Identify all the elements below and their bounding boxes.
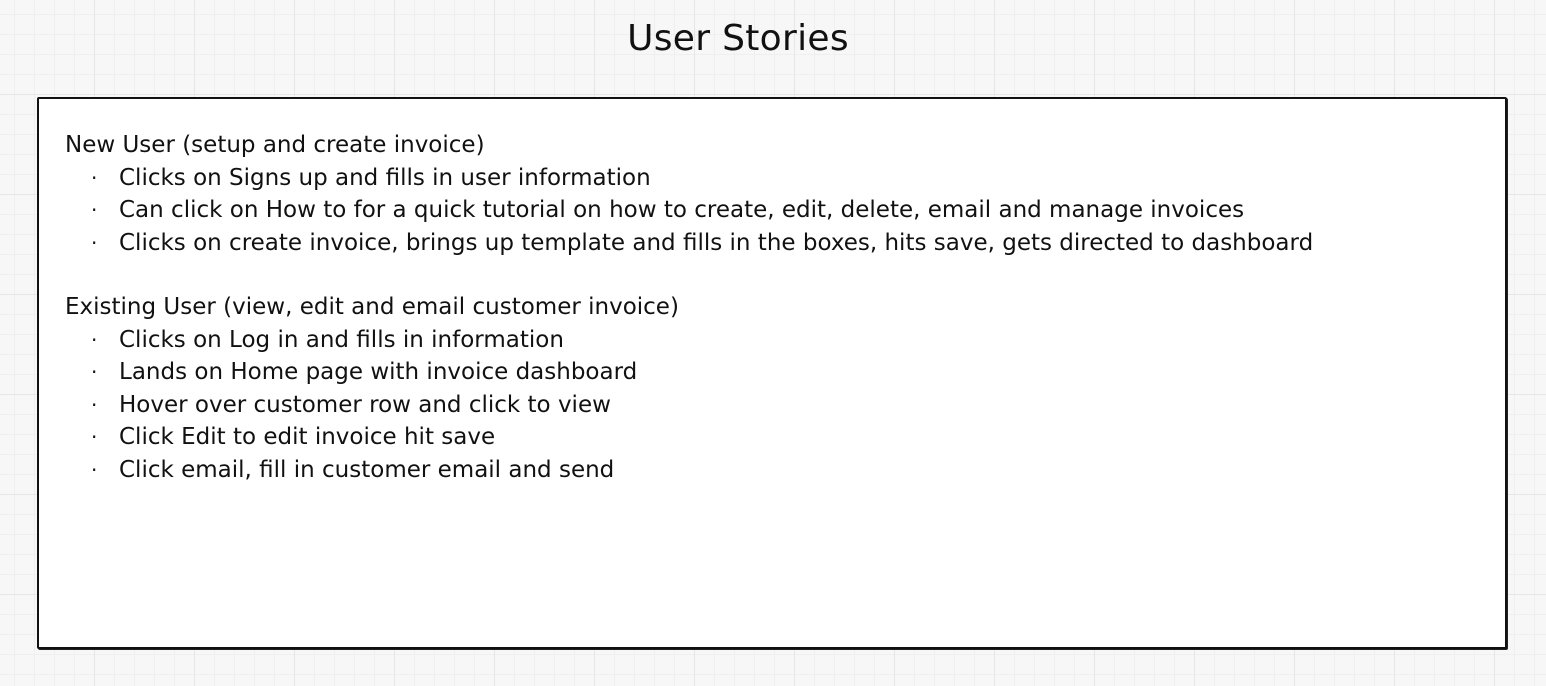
section-heading: New User (setup and create invoice) <box>65 132 485 158</box>
section-existing-user: Existing User (view, edit and email cust… <box>65 291 1485 486</box>
bullet-icon: · <box>91 425 98 449</box>
list-item-text: Clicks on create invoice, brings up temp… <box>119 229 1314 256</box>
list-item: · Lands on Home page with invoice dashboa… <box>65 356 1485 389</box>
list-item-text: Click email, fill in customer email and … <box>119 456 615 483</box>
story-list: · Clicks on Signs up and fills in user in… <box>65 162 1485 260</box>
title-area: User Stories <box>0 0 1476 90</box>
list-item: · Hover over customer row and click to vi… <box>65 389 1485 422</box>
user-stories-panel: New User (setup and create invoice) · Cli… <box>37 97 1507 649</box>
bullet-icon: · <box>91 327 98 352</box>
bullet-icon: · <box>91 457 98 482</box>
bullet-icon: · <box>91 392 98 417</box>
story-list: · Clicks on Log in and fills in informati… <box>65 324 1485 487</box>
list-item-text: Lands on Home page with invoice dashboar… <box>119 359 638 385</box>
list-item-text: Click Edit to edit invoice hit save <box>119 424 496 450</box>
list-item: · Clicks on create invoice, brings up tem… <box>65 227 1485 260</box>
bullet-icon: · <box>91 360 98 384</box>
user-stories-content: New User (setup and create invoice) · Cli… <box>65 129 1485 486</box>
bullet-icon: · <box>91 165 98 190</box>
section-new-user: New User (setup and create invoice) · Cli… <box>65 129 1485 259</box>
list-item: · Clicks on Log in and fills in informati… <box>65 324 1485 357</box>
list-item: · Can click on How to for a quick tutoria… <box>65 194 1485 227</box>
page-title: User Stories <box>627 18 849 59</box>
list-item: · Clicks on Signs up and fills in user in… <box>65 162 1485 195</box>
list-item-text: Clicks on Signs up and fills in user inf… <box>119 164 651 191</box>
bullet-icon: · <box>91 230 98 255</box>
bullet-icon: · <box>91 198 98 222</box>
list-item-text: Hover over customer row and click to vie… <box>119 391 611 418</box>
list-item-text: Clicks on Log in and fills in informatio… <box>119 326 564 353</box>
list-item-text: Can click on How to for a quick tutorial… <box>119 197 1245 223</box>
section-heading: Existing User (view, edit and email cust… <box>65 294 679 320</box>
list-item: · Click Edit to edit invoice hit save <box>65 421 1485 454</box>
list-item: · Click email, fill in customer email and… <box>65 454 1485 487</box>
